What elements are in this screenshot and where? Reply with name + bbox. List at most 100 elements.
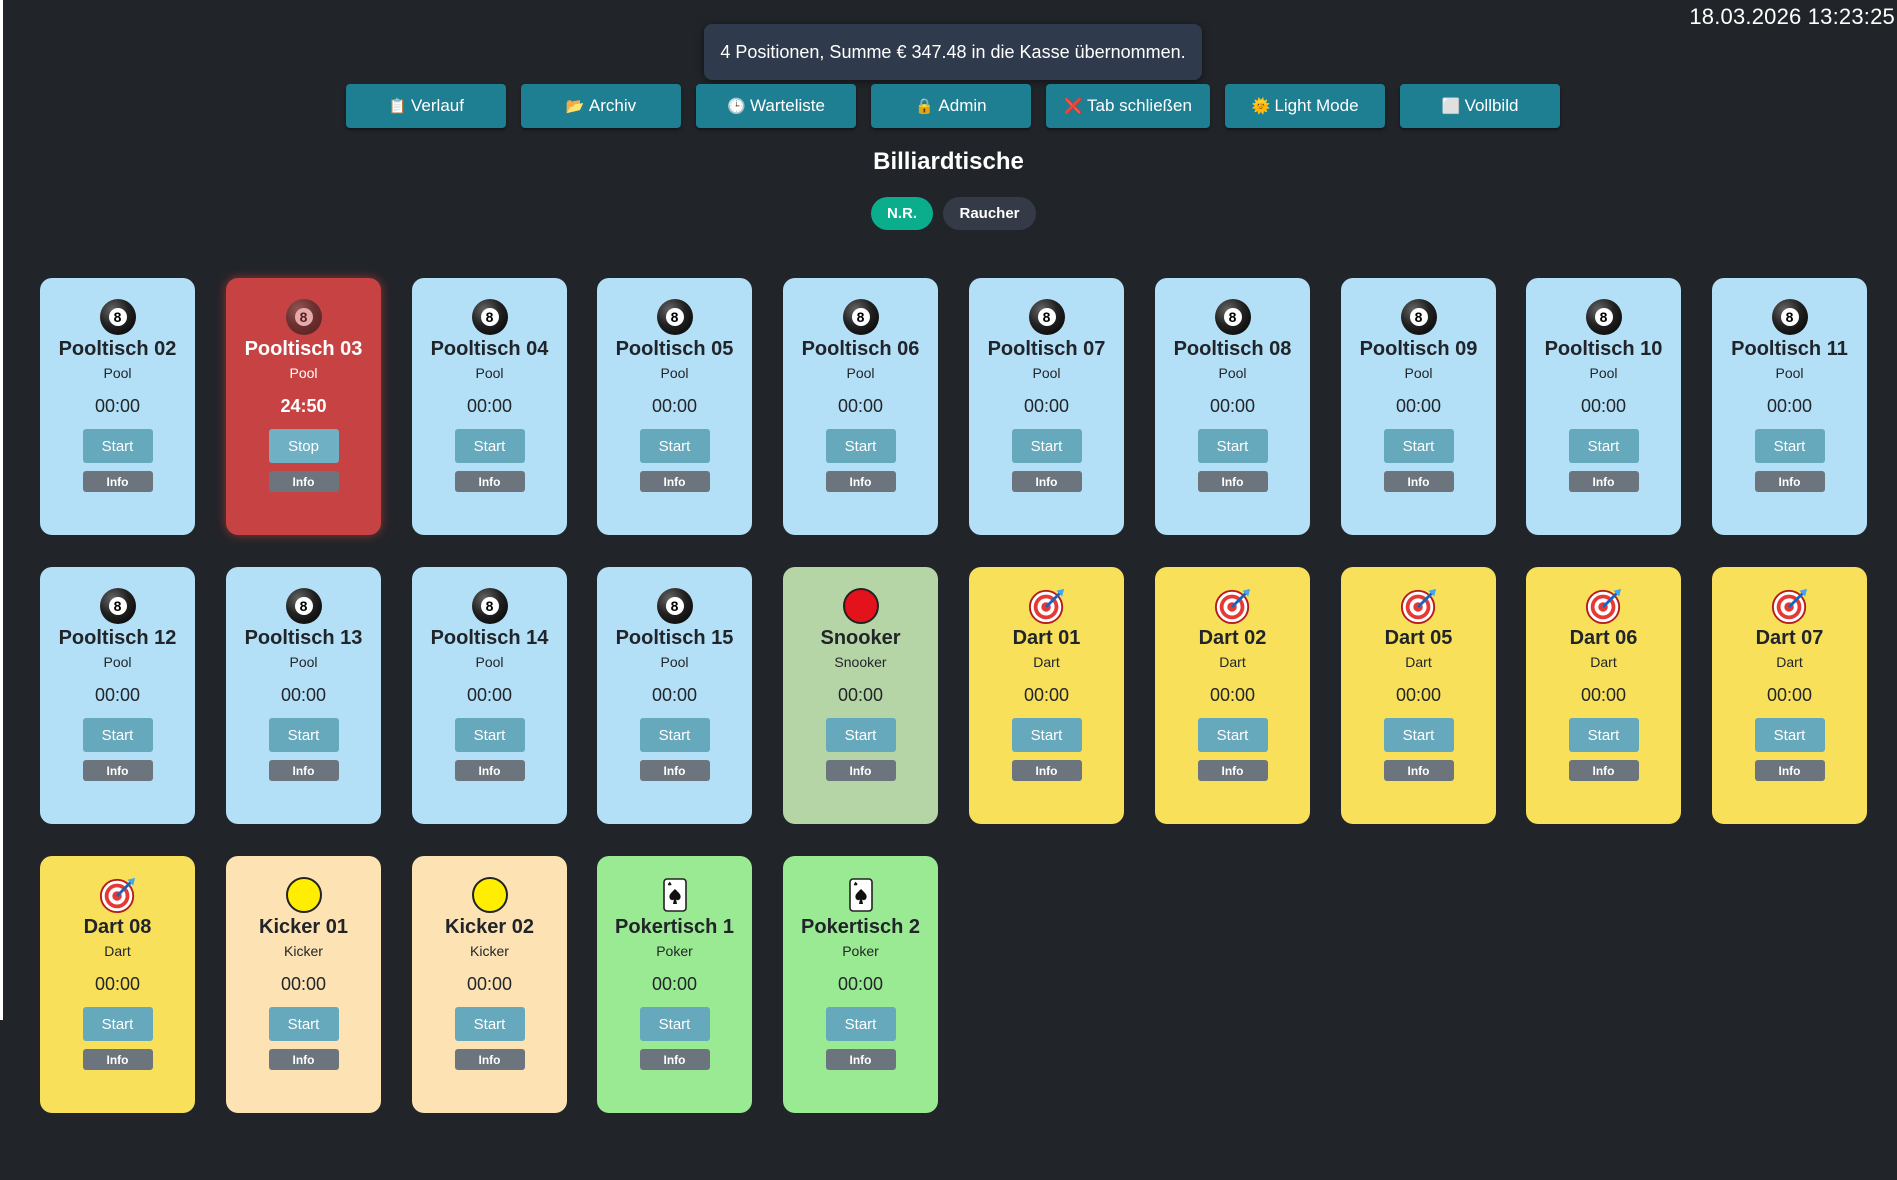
info-button[interactable]: Info <box>1383 471 1454 492</box>
start-button[interactable]: Start <box>1383 429 1454 463</box>
table-card: Dart 02 Dart 00:00 Start Info <box>1155 567 1310 824</box>
table-name: Dart 08 <box>83 916 152 938</box>
table-timer: 00:00 <box>94 685 141 705</box>
start-button[interactable]: Start <box>1568 718 1639 752</box>
info-button[interactable]: Info <box>1568 760 1639 781</box>
eight-ball-icon: 8 <box>99 587 137 625</box>
table-name: Pokertisch 2 <box>801 916 920 938</box>
start-button[interactable]: Start <box>1754 429 1825 463</box>
toolbar-button-verlauf[interactable]: 📋 Verlauf <box>346 84 506 128</box>
eight-ball-icon: 8 <box>471 298 509 336</box>
start-button[interactable]: Start <box>1568 429 1639 463</box>
info-button[interactable]: Info <box>639 1049 710 1070</box>
start-button[interactable]: Start <box>825 718 896 752</box>
info-button[interactable]: Info <box>268 471 339 492</box>
table-card: Dart 08 Dart 00:00 Start Info <box>40 856 195 1113</box>
start-button[interactable]: Start <box>454 718 525 752</box>
start-button[interactable]: Start <box>268 718 339 752</box>
info-button[interactable]: Info <box>82 471 153 492</box>
info-button[interactable]: Info <box>639 471 710 492</box>
info-button[interactable]: Info <box>1754 471 1825 492</box>
toolbar-button-light-mode[interactable]: 🌞 Light Mode <box>1225 84 1385 128</box>
toolbar-button-admin[interactable]: 🔒 Admin <box>871 84 1031 128</box>
table-card: 8 Pooltisch 09 Pool 00:00 Start Info <box>1341 278 1496 535</box>
start-button[interactable]: Start <box>825 1007 896 1041</box>
info-button[interactable]: Info <box>268 1049 339 1070</box>
info-button[interactable]: Info <box>639 760 710 781</box>
start-button[interactable]: Start <box>454 429 525 463</box>
info-button[interactable]: Info <box>454 1049 525 1070</box>
start-button[interactable]: Start <box>1197 718 1268 752</box>
start-button[interactable]: Start <box>82 429 153 463</box>
table-card: Kicker 01 Kicker 00:00 Start Info <box>226 856 381 1113</box>
eight-ball-icon: 8 <box>1028 298 1066 336</box>
toolbar-button-vollbild[interactable]: ⬜ Vollbild <box>1400 84 1560 128</box>
table-type: Snooker <box>834 654 887 670</box>
info-button[interactable]: Info <box>1568 471 1639 492</box>
eight-ball-icon: 8 <box>656 298 694 336</box>
dart-target-icon <box>1771 587 1809 625</box>
info-button[interactable]: Info <box>268 760 339 781</box>
start-button[interactable]: Start <box>825 429 896 463</box>
info-button[interactable]: Info <box>1754 760 1825 781</box>
start-button[interactable]: Start <box>454 1007 525 1041</box>
table-timer: 00:00 <box>94 396 141 416</box>
start-button[interactable]: Start <box>639 718 710 752</box>
start-button[interactable]: Start <box>639 429 710 463</box>
toolbar-button-label: Light Mode <box>1274 96 1359 115</box>
info-button[interactable]: Info <box>1197 471 1268 492</box>
table-type: Pool <box>475 365 504 381</box>
info-button[interactable]: Info <box>1011 471 1082 492</box>
table-timer: 00:00 <box>1766 685 1813 705</box>
start-button[interactable]: Start <box>1383 718 1454 752</box>
table-name: Kicker 01 <box>259 916 348 938</box>
start-button[interactable]: Start <box>268 1007 339 1041</box>
table-name: Pooltisch 08 <box>1173 338 1292 360</box>
filter-raucher-button[interactable]: Raucher <box>943 197 1036 230</box>
start-button[interactable]: Start <box>1197 429 1268 463</box>
start-button[interactable]: Start <box>1011 429 1082 463</box>
table-name: Pooltisch 04 <box>430 338 549 360</box>
start-button[interactable]: Start <box>1754 718 1825 752</box>
dart-target-icon <box>1400 587 1438 625</box>
toolbar-button-warteliste[interactable]: 🕒 Warteliste <box>696 84 856 128</box>
toolbar-button-tab-schlie-en[interactable]: ❌ Tab schließen <box>1046 84 1210 128</box>
start-button[interactable]: Start <box>639 1007 710 1041</box>
info-button[interactable]: Info <box>825 1049 896 1070</box>
eight-ball-icon: 8 <box>1400 298 1438 336</box>
toolbar-button-archiv[interactable]: 📂 Archiv <box>521 84 681 128</box>
info-button[interactable]: Info <box>454 471 525 492</box>
eight-ball-icon: 8 <box>99 298 137 336</box>
table-type: Kicker <box>470 943 509 959</box>
clock-icon: 🕒 <box>727 98 746 115</box>
page-title: Billiardtische <box>873 148 1024 175</box>
start-button[interactable]: Start <box>1011 718 1082 752</box>
table-name: Pooltisch 13 <box>244 627 363 649</box>
table-timer: 00:00 <box>280 974 327 994</box>
clock: 18.03.2026 13:23:25 <box>1689 4 1895 29</box>
stop-button[interactable]: Stop <box>268 429 339 463</box>
table-name: Dart 05 <box>1384 627 1453 649</box>
info-button[interactable]: Info <box>1011 760 1082 781</box>
filter-nr-button[interactable]: N.R. <box>871 197 933 230</box>
start-button[interactable]: Start <box>82 718 153 752</box>
eight-ball-icon: 8 <box>1771 298 1809 336</box>
table-card: 8 Pooltisch 14 Pool 00:00 Start Info <box>412 567 567 824</box>
square-icon: ⬜ <box>1441 98 1461 115</box>
info-button[interactable]: Info <box>454 760 525 781</box>
info-button[interactable]: Info <box>82 760 153 781</box>
table-card: 8 Pooltisch 02 Pool 00:00 Start Info <box>40 278 195 535</box>
table-timer: 00:00 <box>1766 396 1813 416</box>
table-name: Pooltisch 15 <box>615 627 734 649</box>
table-timer: 00:00 <box>837 685 884 705</box>
table-name: Pooltisch 07 <box>987 338 1106 360</box>
toolbar-button-label: Verlauf <box>411 96 464 115</box>
info-button[interactable]: Info <box>1383 760 1454 781</box>
table-type: Pool <box>103 654 132 670</box>
table-type: Pool <box>660 365 689 381</box>
info-button[interactable]: Info <box>825 760 896 781</box>
start-button[interactable]: Start <box>82 1007 153 1041</box>
info-button[interactable]: Info <box>1197 760 1268 781</box>
info-button[interactable]: Info <box>82 1049 153 1070</box>
info-button[interactable]: Info <box>825 471 896 492</box>
